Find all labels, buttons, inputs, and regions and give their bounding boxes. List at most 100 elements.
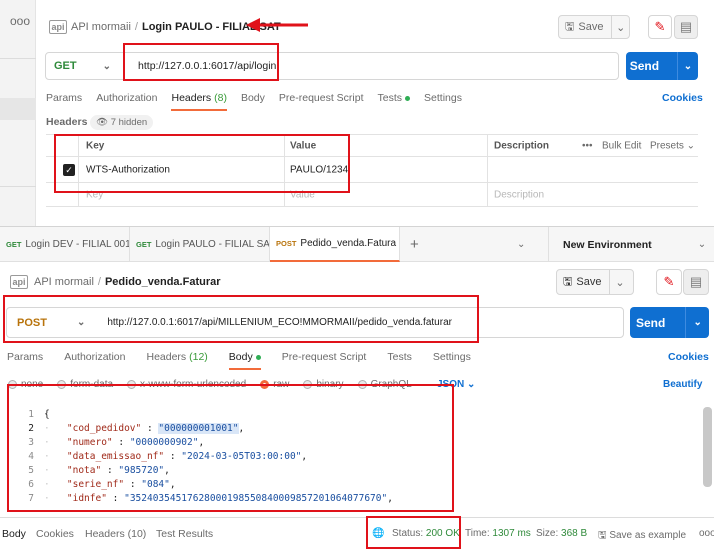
size-readout[interactable]: Size: 368 B [536,528,587,539]
cookies-link[interactable]: Cookies [662,92,703,104]
code-line: · "idnfe" : "352403545176280001985508400… [44,493,393,504]
globe-icon[interactable]: 🌐 [372,528,384,539]
presets-dropdown[interactable]: Presets ⌄ [650,140,695,151]
code-editor[interactable]: 1 { 2 · "cod_pedidov" : "000000001001", … [8,407,712,504]
response-tab-headers[interactable]: Headers (10) [85,528,146,540]
header-value-cell[interactable]: PAULO/1234 [290,164,348,175]
body-type-raw[interactable]: raw [260,379,289,390]
url-input[interactable]: http://127.0.0.1:6017/api/MILLENIUM_ECO!… [107,317,452,328]
json-value: "985720" [118,465,165,476]
sidebar-selected-item[interactable] [0,98,36,120]
divider [0,58,36,59]
chevron-down-icon: ⌄ [102,60,112,72]
docs-icon[interactable]: ▤ [674,15,698,39]
method-label: GET [54,60,77,72]
body-format-select[interactable]: JSON ⌄ [437,379,475,390]
bottom-request-panel: GET Login DEV - FILIAL 001 GET Login PAU… [0,226,714,549]
method-select[interactable]: POST ⌄ [7,317,85,329]
code-line: · "cod_pedidov" : "000000001001", [44,423,245,434]
json-value: "0000000902" [129,437,199,448]
tab-authorization[interactable]: Authorization [64,351,125,363]
new-key-field[interactable]: Key [86,189,103,200]
url-input[interactable]: http://127.0.0.1:6017/api/login [138,60,276,72]
new-description-field[interactable]: Description [494,189,544,200]
chevron-down-icon[interactable]: ⌄ [676,52,698,80]
send-button[interactable]: Send ⌄ [630,307,709,338]
response-tab-cookies[interactable]: Cookies [36,528,74,540]
body-type-binary[interactable]: binary [303,379,344,390]
request-tab[interactable]: GET Login DEV - FILIAL 001 [0,227,130,262]
save-example-button[interactable]: 🖫 Save as example [598,528,686,545]
more-icon[interactable]: ••• [582,140,593,151]
breadcrumb-request[interactable]: Pedido_venda.Faturar [105,276,221,288]
row-enabled-checkbox[interactable]: ✓ [63,164,75,176]
code-line: · "nota" : "985720", [44,465,170,476]
new-value-field[interactable]: Value [290,189,315,200]
edit-icon[interactable]: ✎ [656,269,682,295]
tab-headers[interactable]: Headers (8) [171,92,228,111]
body-type-label: GraphQL [370,379,412,390]
line-number: 7 [28,493,34,504]
tab-tests[interactable]: Tests [378,92,411,104]
new-tab-plus-icon[interactable]: + [410,236,419,253]
line-number: 1 [28,409,34,420]
body-type-graphql[interactable]: GraphQL [357,379,412,390]
tab-headers-label: Headers [146,351,187,363]
more-options-icon[interactable]: ooo [699,528,714,539]
chevron-down-icon[interactable]: ⌄ [611,16,629,38]
save-button[interactable]: 🖫 Save ⌄ [556,269,634,295]
eye-icon: 👁 [96,117,109,128]
tab-body-label: Body [228,351,253,363]
save-button[interactable]: 🖫 Save ⌄ [558,15,630,39]
chevron-down-icon[interactable]: ⌄ [685,307,709,338]
save-icon: 🖫 [598,530,607,541]
method-select[interactable]: GET ⌄ [46,60,111,72]
tab-settings[interactable]: Settings [424,92,462,104]
tab-settings[interactable]: Settings [433,351,471,363]
chevron-down-icon: ⌄ [76,317,86,328]
request-tab-label: Pedido_venda.Fatura [300,238,397,249]
body-type-urlencoded[interactable]: x-www-form-urlencoded [127,379,246,390]
json-value: "2024-03-05T03:00:00" [181,451,302,462]
editor-scrollbar[interactable] [703,407,712,487]
edit-icon[interactable]: ✎ [648,15,672,39]
tab-headers[interactable]: Headers (12) [146,351,207,363]
tab-pre-request-script[interactable]: Pre-request Script [279,92,364,104]
more-options-icon[interactable]: ooo [10,14,30,28]
chevron-down-icon[interactable]: ⌄ [609,270,629,294]
tab-tests[interactable]: Tests [387,351,412,363]
method-label: POST [17,316,47,329]
table-header-row: Key Value Description ••• Bulk Edit Pres… [46,135,698,157]
tab-params[interactable]: Params [46,92,82,104]
time-readout[interactable]: Time: 1307 ms [465,528,531,539]
url-bar: GET ⌄ http://127.0.0.1:6017/api/login [45,52,619,80]
body-type-form-data[interactable]: form-data [57,379,113,390]
request-tab-active[interactable]: POST Pedido_venda.Fatura [270,227,400,262]
body-type-none[interactable]: none [8,379,43,390]
response-tab-body[interactable]: Body [2,528,26,540]
tab-body[interactable]: Body [241,92,265,104]
tab-params[interactable]: Params [7,351,43,363]
send-button[interactable]: Send ⌄ [626,52,698,80]
url-bar: POST ⌄ http://127.0.0.1:6017/api/MILLENI… [6,307,624,338]
bulk-edit-link[interactable]: Bulk Edit [602,140,641,151]
request-tab[interactable]: GET Login PAULO - FILIAL SAT [130,227,270,262]
response-tab-test-results[interactable]: Test Results [156,528,213,540]
status-readout[interactable]: Status: 200 OK [392,528,460,539]
tab-body[interactable]: Body [228,351,261,370]
divider [0,186,36,187]
hidden-headers-toggle[interactable]: 👁 7 hidden [90,115,154,130]
annotation-arrow [246,18,308,32]
chevron-down-icon[interactable]: ⌄ [517,239,525,250]
tab-authorization[interactable]: Authorization [96,92,157,104]
environment-select[interactable]: New Environment ⌄ [548,227,714,262]
method-badge: GET [136,240,152,249]
breadcrumb-collection[interactable]: API mormail [34,276,94,288]
breadcrumb-collection[interactable]: API mormaii [71,21,131,33]
cookies-link[interactable]: Cookies [668,351,709,363]
header-key-cell[interactable]: WTS-Authorization [86,164,170,175]
status-label: Status: [392,528,424,539]
docs-icon[interactable]: ▤ [683,269,709,295]
beautify-link[interactable]: Beautify [663,379,702,390]
tab-pre-request-script[interactable]: Pre-request Script [282,351,367,363]
